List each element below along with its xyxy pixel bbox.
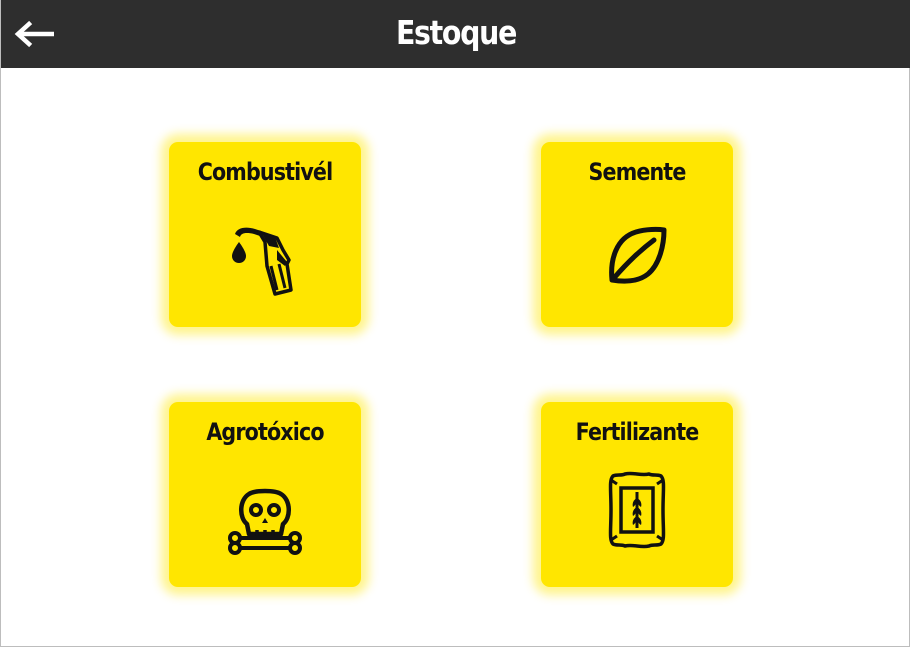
category-card-fuel[interactable]: Combustivél <box>169 142 361 327</box>
category-card-seed[interactable]: Semente <box>541 142 733 327</box>
category-card-pesticide[interactable]: Agrotóxico <box>169 402 361 587</box>
top-bar: Estoque <box>1 0 910 68</box>
skull-crossbones-icon <box>228 488 302 555</box>
category-label: Agrotóxico <box>206 418 324 446</box>
back-button[interactable] <box>7 12 59 56</box>
category-label: Combustivél <box>197 158 333 186</box>
page-title: Estoque <box>395 13 517 52</box>
category-label: Semente <box>588 158 687 186</box>
fertilizer-bag-icon <box>608 471 666 549</box>
arrow-left-icon <box>14 20 54 48</box>
category-label: Fertilizante <box>575 418 700 446</box>
app-window: Estoque Combustivél Semente Agrotóxico F… <box>0 0 910 647</box>
category-card-fertilizer[interactable]: Fertilizante <box>541 402 733 587</box>
fuel-nozzle-icon <box>232 227 293 296</box>
leaf-icon <box>609 226 667 284</box>
